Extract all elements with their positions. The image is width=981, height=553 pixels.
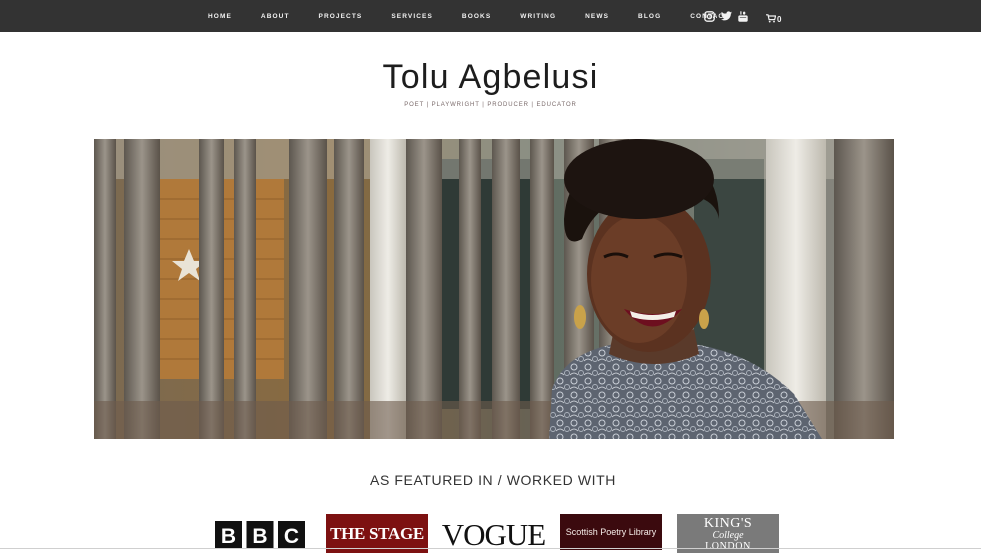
bbc-letter: B — [221, 525, 236, 548]
page-bottom-divider — [0, 548, 981, 549]
nav-blog-link[interactable]: BLOG — [638, 12, 661, 22]
bbc-letter: B — [252, 525, 267, 548]
site-title[interactable]: Tolu Agbelusi — [0, 58, 981, 97]
bbc-logo[interactable]: B B C — [215, 521, 305, 549]
cart-count: 0 — [777, 14, 782, 24]
kings-line1: KING'S — [703, 516, 753, 531]
vogue-logo[interactable]: VOGUE — [442, 518, 546, 552]
instagram-icon[interactable] — [703, 10, 715, 22]
nav-news-link[interactable]: NEWS — [585, 12, 609, 22]
hero-image — [94, 139, 894, 439]
kings-line2: College — [712, 530, 744, 541]
twitter-icon[interactable] — [720, 10, 732, 22]
kings-line3: LONDON — [705, 541, 751, 552]
nav-about-link[interactable]: ABOUT — [261, 12, 290, 22]
main-nav: HOME ABOUT PROJECTS SERVICES BOOKS WRITI… — [208, 11, 729, 23]
scottish-poetry-library-logo[interactable]: Scottish Poetry Library — [560, 514, 662, 550]
social-links — [703, 10, 754, 22]
portrait-photo — [94, 139, 894, 439]
cart-icon — [766, 10, 777, 28]
nav-services-link[interactable]: SERVICES — [391, 12, 433, 22]
cart-button[interactable]: 0 — [766, 10, 781, 28]
nav-projects-link[interactable]: PROJECTS — [319, 12, 363, 22]
site-tagline: POET | PLAYWRIGHT | PRODUCER | EDUCATOR — [404, 102, 577, 108]
vogue-text: VOGUE — [441, 517, 546, 552]
nav-home-link[interactable]: HOME — [208, 12, 232, 22]
bbc-letter: C — [284, 525, 299, 548]
nav-books-link[interactable]: BOOKS — [462, 12, 491, 22]
nav-writing-link[interactable]: WRITING — [520, 12, 556, 22]
featured-heading: AS FEATURED IN / WORKED WITH — [370, 472, 616, 488]
youtube-icon[interactable] — [737, 10, 749, 22]
top-navigation-bar: HOME ABOUT PROJECTS SERVICES BOOKS WRITI… — [0, 0, 981, 32]
spl-text: Scottish Poetry Library — [565, 527, 657, 537]
the-stage-text: THE STAGE — [330, 523, 424, 543]
